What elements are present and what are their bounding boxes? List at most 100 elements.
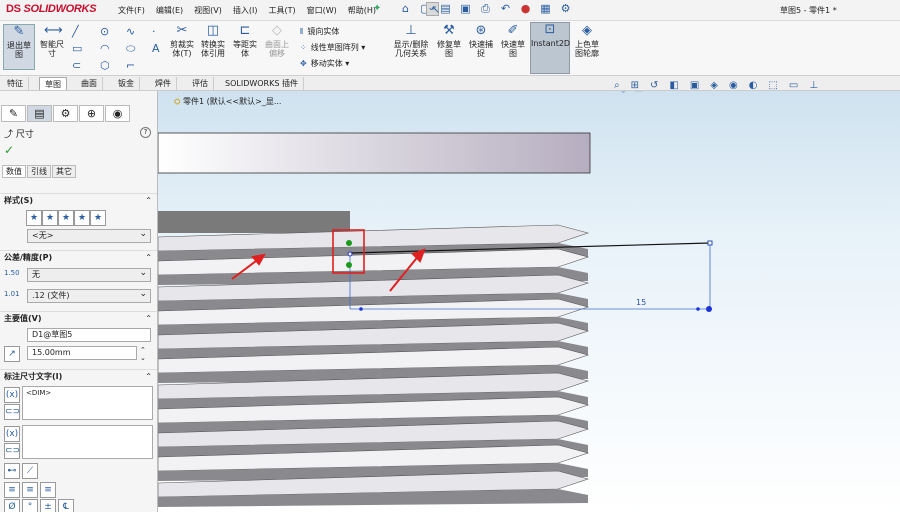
- repair-sketch-button[interactable]: ⚒ 修复草图: [434, 24, 464, 70]
- ellipse-icon[interactable]: ⬭: [126, 42, 135, 56]
- update-style-icon[interactable]: ★: [42, 210, 58, 226]
- zoom-to-fit-icon[interactable]: ⌕: [614, 80, 620, 91]
- display-manager-tab[interactable]: ◉: [105, 105, 130, 122]
- tab-other[interactable]: 其它: [52, 165, 76, 178]
- inspection-icon[interactable]: ⊂⊃: [4, 404, 20, 420]
- section-view-icon[interactable]: ◧: [669, 80, 678, 91]
- smart-dimension-button[interactable]: ⟷ 智能尺寸: [37, 24, 67, 70]
- quick-snaps-button[interactable]: ⊛ 快速捕捉: [466, 24, 496, 70]
- point-icon[interactable]: ·: [152, 25, 156, 38]
- select-icon[interactable]: ↖: [426, 1, 440, 16]
- offset-entities-button[interactable]: ⊏ 等距实体: [230, 24, 260, 70]
- open-icon[interactable]: ▤: [439, 2, 452, 16]
- align-left-icon[interactable]: ≡: [4, 482, 20, 498]
- rapid-sketch-button[interactable]: ✐ 快速草图: [498, 24, 528, 70]
- offset-text-icon[interactable]: ⊂⊃: [4, 443, 20, 459]
- dimension-text-box[interactable]: <DIM>: [22, 386, 153, 420]
- scene-icon[interactable]: ⬚: [768, 80, 777, 91]
- dimension-handle-left[interactable]: [359, 307, 363, 311]
- center-dimension-icon[interactable]: (x): [4, 426, 20, 442]
- rectangle-icon[interactable]: ▭: [72, 42, 82, 55]
- save-style-icon[interactable]: ★: [74, 210, 90, 226]
- feature-manager-tab[interactable]: ✎: [1, 105, 26, 122]
- menu-view[interactable]: 视图(V): [194, 5, 222, 16]
- tab-surfaces[interactable]: 曲面: [76, 77, 103, 90]
- dimension-name-field[interactable]: D1@草图5: [27, 328, 151, 342]
- menu-window[interactable]: 窗口(W): [307, 5, 337, 16]
- align-right-icon[interactable]: ≡: [40, 482, 56, 498]
- line-icon[interactable]: ╱: [72, 25, 79, 38]
- tab-features[interactable]: 特征: [2, 77, 29, 90]
- align-center-icon[interactable]: ≡: [22, 482, 38, 498]
- pin-icon[interactable]: ✦: [373, 3, 381, 14]
- add-brackets-icon[interactable]: ⊷: [4, 463, 20, 479]
- convert-entities-button[interactable]: ◫ 转换实体引用: [198, 24, 228, 70]
- sketch-endpoint[interactable]: [707, 240, 713, 246]
- tab-value[interactable]: 数值: [2, 165, 26, 178]
- style-select[interactable]: <无>: [27, 228, 151, 243]
- apply-default-style-icon[interactable]: ★: [26, 210, 42, 226]
- menu-file[interactable]: 文件(F): [118, 5, 145, 16]
- graphics-area[interactable]: ⛭ 零件1 (默认<<默认>_显... 🔍︎ ⌕ ◧ ⌖: [158, 91, 900, 512]
- diameter-symbol-icon[interactable]: Ø: [4, 499, 20, 512]
- spline-icon[interactable]: ∿: [126, 25, 135, 38]
- instant2d-button[interactable]: ⊡ Instant2D: [530, 22, 570, 74]
- text-icon[interactable]: A: [152, 42, 160, 55]
- slot-icon[interactable]: ⊂: [72, 59, 81, 72]
- traffic-light-icon[interactable]: ●: [519, 2, 532, 16]
- file-properties-icon[interactable]: ▦: [539, 2, 552, 16]
- dimension-handle[interactable]: [696, 307, 700, 311]
- triad-icon[interactable]: ⊥: [809, 80, 818, 91]
- tab-leaders[interactable]: 引线: [27, 165, 51, 178]
- display-style-icon[interactable]: ◈: [710, 80, 718, 91]
- previous-view-icon[interactable]: ◧: [634, 91, 643, 93]
- primary-value-section[interactable]: 主要值(V) ⌃: [0, 311, 157, 325]
- arc-icon[interactable]: ◠: [100, 42, 110, 55]
- tolerance-type-select[interactable]: 无: [27, 267, 151, 282]
- configuration-manager-tab[interactable]: ⚙: [53, 105, 78, 122]
- undo-icon[interactable]: ↶: [499, 2, 512, 16]
- dimxpert-tab[interactable]: ⊕: [79, 105, 104, 122]
- dimension-text-section[interactable]: 标注尺寸文字(I) ⌃: [0, 369, 157, 383]
- fillet-icon[interactable]: ⌐: [126, 59, 135, 72]
- reverse-direction-icon[interactable]: ↗: [4, 346, 20, 362]
- precision-select[interactable]: .12 (文件): [27, 288, 151, 303]
- menu-edit[interactable]: 编辑(E): [156, 5, 183, 16]
- coincident-relation-icon-2[interactable]: [346, 262, 352, 268]
- zoom-area-icon[interactable]: ⊞: [631, 80, 639, 91]
- menu-insert[interactable]: 插入(I): [233, 5, 258, 16]
- ok-button[interactable]: ✓: [4, 143, 14, 157]
- print-icon[interactable]: ⎙: [479, 2, 492, 16]
- polygon-icon[interactable]: ⬡: [100, 59, 110, 72]
- style-section[interactable]: 样式(S) ⌃: [0, 193, 157, 207]
- zoom-to-fit-icon[interactable]: ⌖: [614, 91, 620, 94]
- home-icon[interactable]: ⌂: [399, 2, 412, 16]
- previous-view-icon[interactable]: ↺: [650, 80, 658, 91]
- sketch-point[interactable]: [347, 251, 353, 257]
- tab-weldments[interactable]: 焊件: [150, 77, 177, 90]
- dimension-text-box-lower[interactable]: [22, 425, 153, 459]
- circle-icon[interactable]: ⊙: [100, 25, 109, 38]
- offset-on-surface-button[interactable]: ◇ 曲面上偏移: [262, 24, 292, 70]
- save-icon[interactable]: ▣: [459, 2, 472, 16]
- mirror-entities-button[interactable]: ⫴ 镜向实体: [300, 24, 365, 40]
- help-button[interactable]: ?: [140, 127, 151, 138]
- dimension-value-field[interactable]: 15.00mm: [27, 346, 137, 360]
- appearance-icon[interactable]: ◐: [749, 80, 758, 91]
- shaded-contours-button[interactable]: ◈ 上色草图轮廓: [572, 24, 602, 70]
- tab-sketch[interactable]: 草图: [39, 77, 67, 90]
- tab-sheet-metal[interactable]: 钣金: [113, 77, 140, 90]
- add-parentheses-icon[interactable]: (x): [4, 387, 20, 403]
- centerline-symbol-icon[interactable]: ℄: [58, 499, 74, 512]
- menu-tools[interactable]: 工具(T): [268, 5, 295, 16]
- dimension-value[interactable]: 15: [636, 298, 646, 307]
- plus-minus-symbol-icon[interactable]: ±: [40, 499, 56, 512]
- linear-pattern-button[interactable]: ⁘ 线性草图阵列 ▾: [300, 40, 365, 56]
- dimension-arrow-point[interactable]: [706, 306, 712, 312]
- move-entities-button[interactable]: ✥ 移动实体 ▾: [300, 56, 365, 72]
- tab-addins[interactable]: SOLIDWORKS 插件: [220, 77, 304, 90]
- view-settings-icon[interactable]: ▭: [789, 80, 798, 91]
- options-icon[interactable]: ⚙: [559, 2, 572, 16]
- menu-help[interactable]: 帮助(H): [348, 5, 376, 16]
- delete-style-icon[interactable]: ★: [58, 210, 74, 226]
